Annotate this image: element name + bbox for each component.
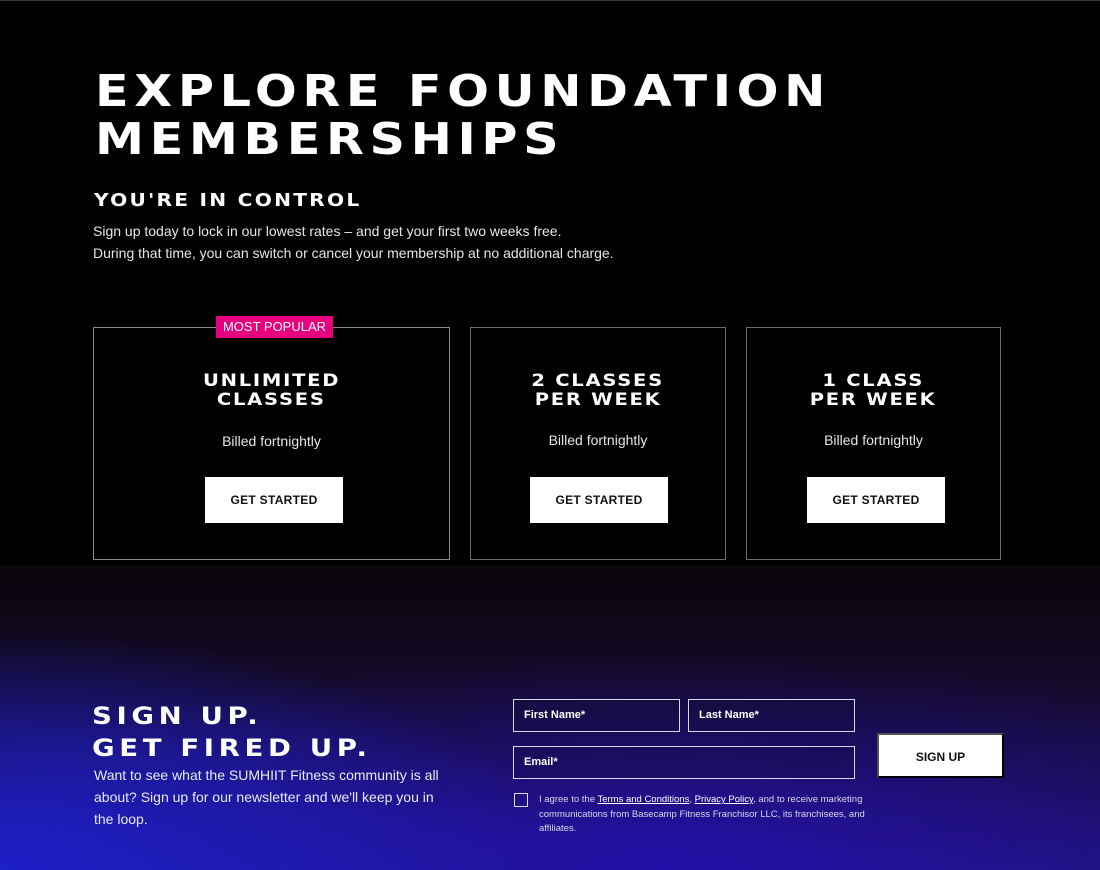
intro-line-2: During that time, you can switch or canc…	[93, 245, 614, 261]
last-name-field[interactable]: Last Name*	[688, 699, 855, 732]
consent-checkbox[interactable]	[514, 793, 528, 807]
consent-text: I agree to the Terms and Conditions, Pri…	[539, 793, 869, 837]
plan-name-line-2: PER WEEK	[810, 390, 937, 410]
section-subheading: YOU'RE IN CONTROL	[94, 190, 362, 211]
page-title: EXPLORE FOUNDATION MEMBERSHIPS	[95, 68, 1100, 164]
get-started-button[interactable]: GET STARTED	[205, 477, 343, 523]
plan-card-unlimited: UNLIMITED CLASSES Billed fortnightly GET…	[93, 327, 450, 560]
newsletter-description: Want to see what the SUMHIIT Fitness com…	[94, 767, 439, 827]
plan-card-1-class: 1 CLASS PER WEEK Billed fortnightly GET …	[746, 327, 1001, 560]
newsletter-title: SIGN UP. GET FIRED UP.	[92, 700, 372, 764]
plan-name-line-2: PER WEEK	[534, 390, 662, 410]
intro-line-1: Sign up today to lock in our lowest rate…	[93, 223, 562, 239]
plan-name: 2 CLASSES PER WEEK	[471, 372, 725, 410]
get-started-button[interactable]: GET STARTED	[530, 477, 668, 523]
terms-link[interactable]: Terms and Conditions	[597, 794, 689, 805]
page-title-line-2: MEMBERSHIPS	[95, 114, 565, 165]
plan-name: 1 CLASS PER WEEK	[747, 372, 1000, 410]
newsletter-title-line-1: SIGN UP.	[92, 702, 263, 730]
plan-name-line-2: CLASSES	[217, 390, 326, 410]
newsletter-title-line-2: GET FIRED UP.	[92, 734, 372, 762]
billing-frequency: Billed fortnightly	[548, 432, 648, 448]
plan-name-line-1: UNLIMITED	[202, 371, 341, 391]
plan-name-line-1: 2 CLASSES	[531, 371, 665, 391]
plan-name-line-1: 1 CLASS	[822, 371, 925, 391]
privacy-policy-link[interactable]: Privacy Policy	[695, 794, 753, 805]
consent-prefix: I agree to the	[539, 794, 598, 805]
sign-up-button[interactable]: SIGN UP	[877, 733, 1004, 778]
most-popular-badge: MOST POPULAR	[216, 316, 333, 338]
plan-card-2-classes: 2 CLASSES PER WEEK Billed fortnightly GE…	[470, 327, 726, 560]
page-title-line-1: EXPLORE FOUNDATION	[95, 66, 832, 117]
first-name-field[interactable]: First Name*	[513, 699, 680, 732]
plan-name: UNLIMITED CLASSES	[94, 372, 449, 410]
intro-text: Sign up today to lock in our lowest rate…	[93, 220, 614, 264]
get-started-button[interactable]: GET STARTED	[807, 477, 945, 523]
billing-frequency: Billed fortnightly	[222, 433, 321, 449]
billing-frequency: Billed fortnightly	[824, 432, 923, 448]
top-divider	[0, 0, 1100, 1]
email-field[interactable]: Email*	[513, 746, 855, 779]
